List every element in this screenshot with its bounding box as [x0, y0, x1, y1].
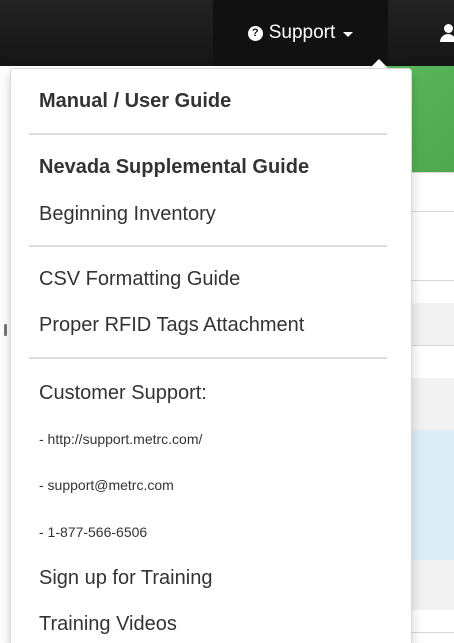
- user-icon[interactable]: [440, 22, 454, 42]
- support-url-link[interactable]: - http://support.metrc.com/: [11, 430, 411, 448]
- top-navbar: ? Support: [0, 0, 454, 66]
- menu-item-rfid-guide[interactable]: Proper RFID Tags Attachment: [11, 313, 411, 337]
- support-label: Support: [268, 22, 336, 43]
- caret-down-icon: [343, 32, 354, 37]
- menu-item-csv-guide[interactable]: CSV Formatting Guide: [11, 267, 411, 291]
- support-phone[interactable]: - 1-877-566-6506: [11, 523, 411, 541]
- support-email-link[interactable]: - support@metrc.com: [11, 476, 411, 494]
- customer-support-heading: Customer Support:: [39, 382, 207, 404]
- menu-item-supplemental-guide[interactable]: Nevada Supplemental Guide: [11, 155, 411, 179]
- menu-divider: [29, 357, 387, 359]
- menu-item-manual[interactable]: Manual / User Guide: [11, 89, 411, 113]
- support-menu-toggle[interactable]: ? Support: [213, 0, 388, 66]
- menu-divider: [29, 133, 387, 135]
- menu-item-sign-up-training[interactable]: Sign up for Training: [11, 566, 411, 590]
- question-circle-icon: ?: [247, 25, 263, 41]
- menu-divider: [29, 245, 387, 247]
- menu-item-training-videos[interactable]: Training Videos: [11, 612, 411, 636]
- support-dropdown-menu: Manual / User Guide Nevada Supplemental …: [10, 68, 412, 643]
- menu-item-beginning-inventory[interactable]: Beginning Inventory: [11, 202, 411, 226]
